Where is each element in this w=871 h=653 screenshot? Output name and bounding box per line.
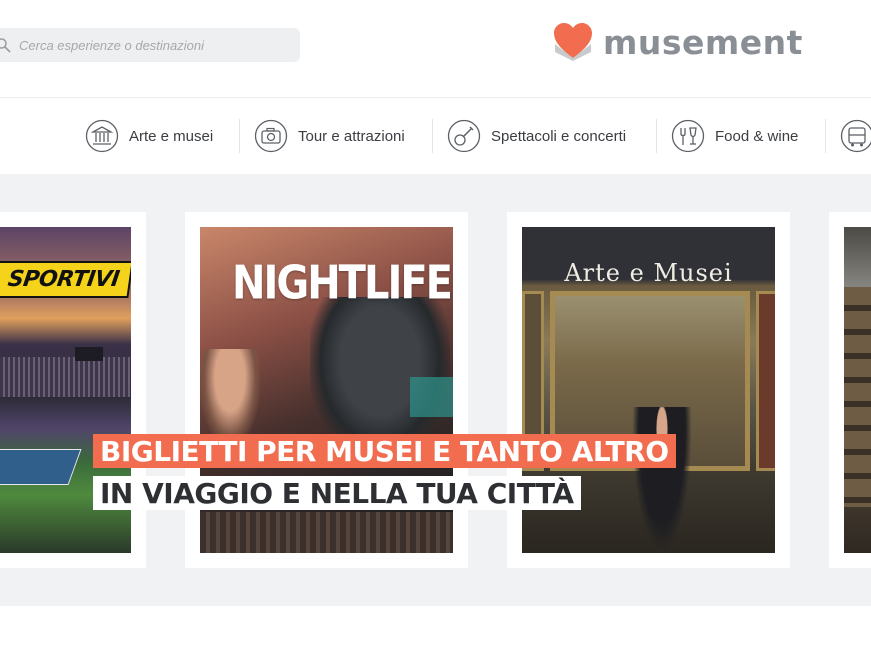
tennis-court bbox=[0, 449, 82, 485]
museum-icon bbox=[85, 119, 119, 153]
heart-logo-icon bbox=[554, 23, 592, 61]
hero-section: SPORTIVI NIGHTLIFE Arte e Musei BIGLIETT… bbox=[0, 174, 871, 606]
stage-light bbox=[410, 377, 453, 417]
card-title: NIGHTLIFE bbox=[232, 257, 453, 310]
colosseum-arches bbox=[844, 287, 871, 507]
search-icon[interactable] bbox=[0, 37, 11, 53]
card-title: Arte e Musei bbox=[564, 259, 733, 287]
nav-divider bbox=[432, 119, 433, 153]
category-card-partial[interactable] bbox=[829, 212, 871, 568]
nav-item-tour-attrazioni[interactable]: Tour e attrazioni bbox=[254, 118, 405, 154]
stadium-crowd bbox=[0, 357, 130, 397]
logo-text: musement bbox=[603, 22, 803, 62]
card-title: SPORTIVI bbox=[6, 267, 121, 292]
nav-label: Spettacoli e concerti bbox=[491, 127, 627, 145]
search-input[interactable] bbox=[19, 37, 289, 53]
headline-text: IN VIAGGIO E NELLA TUA CITTÀ bbox=[100, 477, 574, 510]
nav-divider bbox=[656, 119, 657, 153]
food-wine-icon bbox=[671, 119, 705, 153]
hero-headline-line2: IN VIAGGIO E NELLA TUA CITTÀ bbox=[93, 476, 581, 510]
nav-item-spettacoli-concerti[interactable]: Spettacoli e concerti bbox=[447, 118, 626, 154]
category-nav: Arte e musei Tour e attrazioni Spettacol… bbox=[0, 99, 871, 174]
category-card-sport[interactable]: SPORTIVI bbox=[0, 212, 146, 568]
camera-icon bbox=[254, 119, 288, 153]
nav-label: Tour e attrazioni bbox=[298, 127, 405, 145]
header: musement bbox=[0, 0, 871, 98]
page: musement Arte e musei Tou bbox=[0, 0, 871, 653]
nav-divider bbox=[825, 119, 826, 153]
visitor-silhouette bbox=[632, 407, 692, 553]
nav-divider bbox=[239, 119, 240, 153]
nav-item-food-wine[interactable]: Food & wine bbox=[671, 118, 798, 154]
nav-label: Arte e musei bbox=[129, 127, 214, 145]
guitar-icon bbox=[447, 119, 481, 153]
painting-right bbox=[756, 291, 775, 471]
nav-label: Food & wine bbox=[715, 127, 799, 145]
bus-icon bbox=[840, 119, 871, 153]
crowd-strip bbox=[200, 512, 453, 553]
sport-tag: SPORTIVI bbox=[0, 261, 131, 298]
hero-headline-line1: BIGLIETTI PER MUSEI E TANTO ALTRO bbox=[93, 434, 676, 468]
scoreboard bbox=[75, 347, 103, 361]
headline-text: BIGLIETTI PER MUSEI E TANTO ALTRO bbox=[100, 435, 669, 468]
search-bar[interactable] bbox=[0, 28, 300, 62]
category-card-arte-musei[interactable]: Arte e Musei bbox=[507, 212, 790, 568]
category-card-nightlife[interactable]: NIGHTLIFE bbox=[185, 212, 468, 568]
nav-item-partial[interactable] bbox=[840, 118, 871, 154]
logo[interactable]: musement bbox=[553, 22, 803, 62]
person-silhouette bbox=[200, 349, 260, 445]
card-image bbox=[844, 227, 871, 553]
nav-item-arte-musei[interactable]: Arte e musei bbox=[85, 118, 213, 154]
